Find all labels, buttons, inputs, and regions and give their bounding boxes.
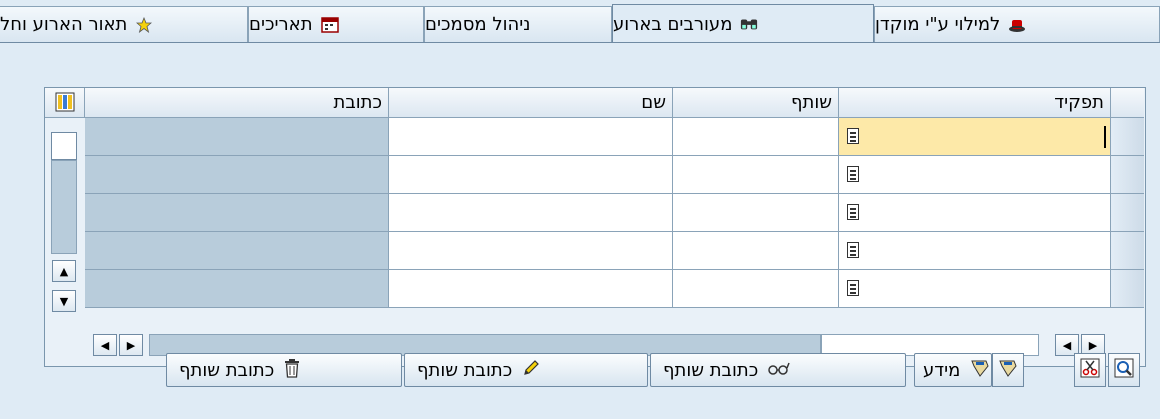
info-button-label: מידע [923,359,961,381]
select-all-rows[interactable] [1111,88,1144,118]
arrow-down-icon: ▼ [59,294,69,308]
partner-cell[interactable] [673,156,839,194]
arrow-left-icon: ◀ [1062,338,1072,352]
partner-cell[interactable] [673,194,839,232]
row-selector[interactable] [1111,156,1144,194]
row-selector[interactable] [1111,194,1144,232]
pencil-icon [522,359,540,382]
scroll-right-button[interactable]: ▶ [119,334,143,356]
row-selector[interactable] [1111,270,1144,308]
column-config-button[interactable] [45,88,85,118]
value-help-icon[interactable] [847,128,859,144]
edit-address-label: כתובת שותף [417,359,513,381]
involved-parties-table: כתובת שם שותף תפקיד ▲ ▼ ◀ ▶ ◀ ▶ [44,87,1146,367]
find-button[interactable] [1108,353,1140,387]
hat-icon [1008,16,1026,34]
column-header-address[interactable]: כתובת [85,88,389,118]
name-cell[interactable] [389,270,673,308]
arrow-right-icon: ▶ [126,338,136,352]
tab-label: תאור הארוע וחל [0,14,128,35]
binoculars-icon [740,15,758,33]
text-cursor [1104,126,1106,148]
role-cell[interactable] [839,194,1111,232]
tab-involved-parties[interactable]: מעורבים בארוע [612,4,874,43]
column-header-partner[interactable]: שותף [673,88,839,118]
role-cell[interactable] [839,270,1111,308]
address-cell [85,194,389,232]
magnifier-icon [1114,358,1134,382]
table-settings-icon [55,92,75,121]
partner-cell[interactable] [673,232,839,270]
scroll-up-button[interactable]: ▲ [52,260,76,282]
tab-event-description[interactable]: תאור הארוע וחל [0,6,248,42]
value-help-icon[interactable] [847,280,859,296]
address-cell [85,156,389,194]
scissors-icon [1080,358,1100,382]
delete-partner-address-button[interactable]: כתובת שותף [166,353,402,387]
value-help-icon[interactable] [847,242,859,258]
partner-cell[interactable] [673,270,839,308]
partner-cell[interactable] [673,118,839,156]
glasses-icon [768,360,790,381]
address-cell [85,118,389,156]
calendar-icon [320,16,339,34]
star-icon [135,16,153,34]
row-selector[interactable] [1111,118,1144,156]
value-help-icon[interactable] [847,166,859,182]
tab-label: למילוי ע"י מוקדן [875,14,1001,35]
table-row [45,156,1145,194]
display-address-label: כתובת שותף [663,359,759,381]
tab-dates[interactable]: תאריכים [248,6,424,42]
tab-label: תאריכים [249,14,313,35]
role-cell[interactable] [839,118,1111,156]
name-cell[interactable] [389,232,673,270]
scroll-down-button[interactable]: ▼ [52,290,76,312]
name-cell[interactable] [389,194,673,232]
arrow-up-icon: ▲ [59,264,69,278]
scroll-track[interactable] [51,160,77,254]
export-button[interactable] [992,353,1024,387]
role-cell[interactable] [839,156,1111,194]
delete-address-label: כתובת שותף [179,359,275,381]
trash-icon [284,358,300,383]
value-help-icon[interactable] [847,204,859,220]
edit-partner-address-button[interactable]: כתובת שותף [404,353,648,387]
arrow-right-icon: ▶ [1088,338,1098,352]
tab-label: ניהול מסמכים [425,14,531,35]
info-button[interactable]: מידע [914,353,992,387]
name-cell[interactable] [389,118,673,156]
document-stack-icon [998,358,1018,382]
table-row [45,118,1145,156]
column-header-name[interactable]: שם [389,88,673,118]
address-cell [85,270,389,308]
table-row [45,232,1145,270]
display-partner-address-button[interactable]: כתובת שותף [650,353,906,387]
document-stack-icon [970,358,990,383]
row-selector[interactable] [1111,232,1144,270]
cut-button[interactable] [1074,353,1106,387]
tab-dispatcher-fill[interactable]: למילוי ע"י מוקדן [874,6,1160,42]
name-cell[interactable] [389,156,673,194]
table-row [45,270,1145,308]
column-header-role[interactable]: תפקיד [839,88,1111,118]
address-cell [85,232,389,270]
scroll-thumb[interactable] [51,132,77,160]
tab-label: מעורבים בארוע [613,13,733,35]
tab-strip: למילוי ע"י מוקדן מעורבים בארוע ניהול מסמ… [0,0,1160,43]
table-row [45,194,1145,232]
tab-document-management[interactable]: ניהול מסמכים [424,6,612,42]
arrow-left-icon: ◀ [100,338,110,352]
vertical-scrollbar[interactable]: ▲ ▼ [51,132,79,327]
role-cell[interactable] [839,232,1111,270]
scroll-left-button[interactable]: ◀ [93,334,117,356]
